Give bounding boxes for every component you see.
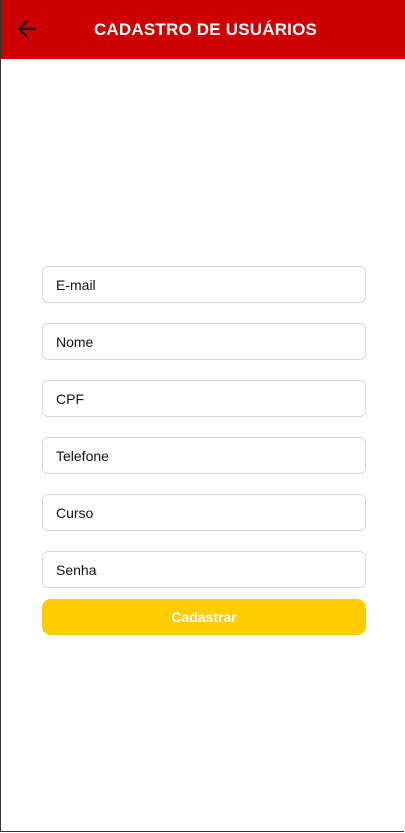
password-field-wrapper xyxy=(42,551,366,588)
cpf-field[interactable] xyxy=(54,389,365,408)
name-field-wrapper xyxy=(42,323,366,360)
app-frame: CADASTRO DE USUÁRIOS Cadastrar xyxy=(0,0,405,832)
arrow-left-icon[interactable] xyxy=(15,17,39,41)
phone-field[interactable] xyxy=(54,446,365,465)
cpf-field-wrapper xyxy=(42,380,366,417)
app-header: CADASTRO DE USUÁRIOS xyxy=(1,0,405,59)
course-field-wrapper xyxy=(42,494,366,531)
registration-form: Cadastrar xyxy=(42,266,366,635)
password-field[interactable] xyxy=(54,560,365,579)
course-field[interactable] xyxy=(54,503,365,522)
phone-field-wrapper xyxy=(42,437,366,474)
name-field[interactable] xyxy=(54,332,365,351)
register-button[interactable]: Cadastrar xyxy=(42,599,366,635)
email-field[interactable] xyxy=(54,275,365,294)
email-field-wrapper xyxy=(42,266,366,303)
page-title: CADASTRO DE USUÁRIOS xyxy=(93,19,318,39)
